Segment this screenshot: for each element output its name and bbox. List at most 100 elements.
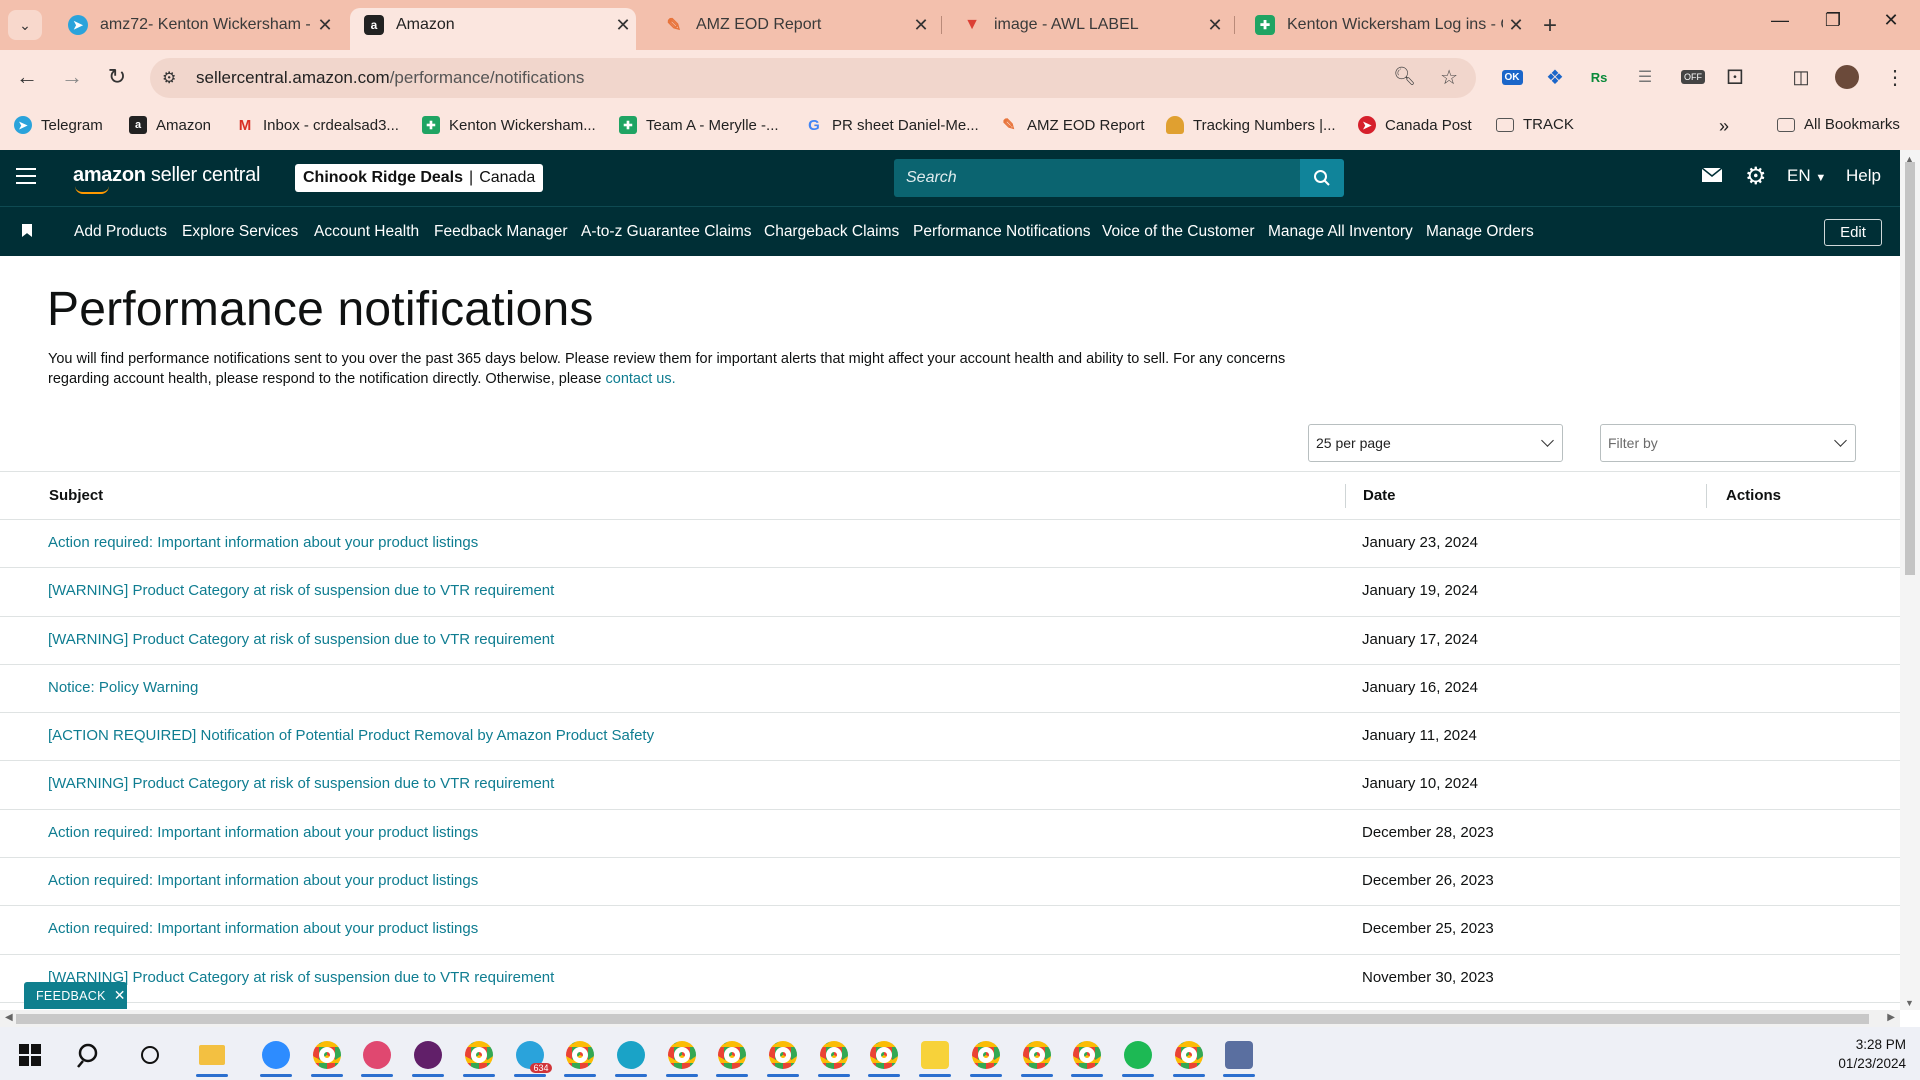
nav-a-to-z-claims[interactable]: A-to-z Guarantee Claims xyxy=(581,223,752,241)
close-icon[interactable]: ✕ xyxy=(908,15,934,36)
nav-performance-notifications[interactable]: Performance Notifications xyxy=(913,223,1090,241)
notification-subject-link[interactable]: [WARNING] Product Category at risk of su… xyxy=(48,775,554,792)
windows-start-button[interactable] xyxy=(10,1035,50,1075)
nav-account-health[interactable]: Account Health xyxy=(314,223,419,241)
nav-feedback-manager[interactable]: Feedback Manager xyxy=(434,223,568,241)
column-date[interactable]: Date xyxy=(1363,487,1396,504)
nav-manage-inventory[interactable]: Manage All Inventory xyxy=(1268,223,1413,241)
minimize-button[interactable]: — xyxy=(1760,10,1800,31)
site-info-icon[interactable]: ⚙ xyxy=(162,68,176,88)
browser-tab[interactable]: ✚ Kenton Wickersham Log ins - G ✕ xyxy=(1241,8,1529,42)
scrollbar-thumb[interactable] xyxy=(1905,162,1915,575)
nav-add-products[interactable]: Add Products xyxy=(74,223,167,241)
puzzle-icon[interactable]: ⚀ xyxy=(1720,62,1750,92)
chrome-icon[interactable] xyxy=(814,1035,854,1077)
close-icon[interactable]: ✕ xyxy=(1202,15,1228,36)
per-page-select[interactable]: 25 per page xyxy=(1308,424,1563,462)
bookmark-item[interactable]: ➤ Canada Post xyxy=(1358,116,1472,134)
scissors-icon[interactable] xyxy=(357,1035,397,1077)
settings-gear-icon[interactable]: ⚙ xyxy=(1745,162,1767,191)
notification-subject-link[interactable]: [WARNING] Product Category at risk of su… xyxy=(48,582,554,599)
calculator-icon[interactable] xyxy=(1219,1035,1259,1077)
notification-subject-link[interactable]: [ACTION REQUIRED] Notification of Potent… xyxy=(48,727,654,744)
notification-subject-link[interactable]: [WARNING] Product Category at risk of su… xyxy=(48,631,554,648)
chrome-icon[interactable] xyxy=(1169,1035,1209,1077)
bookmark-item[interactable]: M Inbox - crdealsad3... xyxy=(236,116,399,134)
filter-select[interactable]: Filter by xyxy=(1600,424,1856,462)
close-icon[interactable]: ✕ xyxy=(610,15,636,36)
tab-search-button[interactable]: ⌄ xyxy=(8,10,42,40)
bookmark-folder[interactable]: TRACK xyxy=(1496,116,1574,133)
avatar[interactable] xyxy=(1832,62,1862,92)
mail-icon[interactable] xyxy=(1701,167,1723,188)
edit-nav-button[interactable]: Edit xyxy=(1824,219,1882,246)
help-link[interactable]: Help xyxy=(1846,166,1881,186)
scroll-down-icon[interactable]: ▼ xyxy=(1905,998,1914,1008)
forward-button[interactable]: → xyxy=(57,64,87,90)
chrome-icon[interactable] xyxy=(763,1035,803,1077)
more-bookmarks-button[interactable]: » xyxy=(1719,116,1729,137)
task-view-icon[interactable] xyxy=(130,1035,170,1075)
spotify-icon[interactable] xyxy=(1118,1035,1158,1077)
side-panel-icon[interactable]: ◫ xyxy=(1786,62,1816,92)
extension-icon[interactable]: ❖ xyxy=(1540,62,1570,92)
notification-subject-link[interactable]: Action required: Important information a… xyxy=(48,824,478,841)
bookmark-item[interactable]: ✚ Team A - Merylle -... xyxy=(619,116,779,134)
chrome-icon[interactable] xyxy=(966,1035,1006,1077)
horizontal-scrollbar[interactable]: ◀ ▶ xyxy=(0,1010,1900,1027)
browser-tab[interactable]: ➤ amz72- Kenton Wickersham - G ✕ xyxy=(54,8,338,42)
language-selector[interactable]: EN ▼ xyxy=(1787,166,1826,186)
nav-chargeback-claims[interactable]: Chargeback Claims xyxy=(764,223,899,241)
scrollbar-thumb[interactable] xyxy=(16,1014,1869,1024)
new-tab-button[interactable]: + xyxy=(1543,12,1557,40)
chrome-icon[interactable] xyxy=(662,1035,702,1077)
notification-subject-link[interactable]: Action required: Important information a… xyxy=(48,872,478,889)
search-button[interactable] xyxy=(1300,159,1344,197)
bookmark-item[interactable]: a Amazon xyxy=(129,116,211,134)
restore-button[interactable]: ❐ xyxy=(1813,10,1853,31)
close-window-button[interactable]: ✕ xyxy=(1871,10,1911,31)
menu-kebab-icon[interactable]: ⋮ xyxy=(1880,62,1910,92)
bookmark-item[interactable]: ✚ Kenton Wickersham... xyxy=(422,116,596,134)
all-bookmarks-folder[interactable]: All Bookmarks xyxy=(1777,116,1900,133)
feedback-tab[interactable]: FEEDBACK ✕ xyxy=(24,982,127,1009)
extension-icon[interactable]: ☰ xyxy=(1630,62,1660,92)
reload-button[interactable]: ↻ xyxy=(102,64,132,90)
bookmark-item[interactable]: G PR sheet Daniel-Me... xyxy=(805,116,979,134)
bookmark-item[interactable]: Tracking Numbers |... xyxy=(1166,116,1336,134)
browser-tab[interactable]: ▼ image - AWL LABEL ✕ xyxy=(948,8,1228,42)
nav-explore-services[interactable]: Explore Services xyxy=(182,223,298,241)
rs-extension-icon[interactable]: Rs xyxy=(1584,62,1614,92)
notification-subject-link[interactable]: Notice: Policy Warning xyxy=(48,679,198,696)
notification-subject-link[interactable]: Action required: Important information a… xyxy=(48,534,478,551)
chrome-icon[interactable] xyxy=(307,1035,347,1077)
address-bar[interactable]: ⚙ sellercentral.amazon.com/performance/n… xyxy=(150,58,1476,98)
telegram-icon[interactable]: 634 xyxy=(510,1035,552,1077)
sticky-notes-icon[interactable] xyxy=(915,1035,955,1077)
system-clock[interactable]: 3:28 PM 01/23/2024 xyxy=(1838,1035,1906,1073)
seller-central-logo[interactable]: amazon seller central xyxy=(73,164,260,194)
edge-icon[interactable] xyxy=(611,1035,651,1077)
back-button[interactable]: ← xyxy=(12,64,42,90)
bookmark-item[interactable]: ➤ Telegram xyxy=(14,116,103,134)
close-icon[interactable]: ✕ xyxy=(312,15,338,36)
search-icon[interactable] xyxy=(70,1035,110,1075)
file-explorer-icon[interactable] xyxy=(192,1035,232,1077)
contact-us-link[interactable]: contact us. xyxy=(606,371,676,387)
store-switcher[interactable]: Chinook Ridge Deals | Canada xyxy=(295,164,544,192)
chrome-icon[interactable] xyxy=(864,1035,904,1077)
slack-icon[interactable] xyxy=(408,1035,448,1077)
close-icon[interactable]: ✕ xyxy=(1503,15,1529,36)
off-extension-icon[interactable]: OFF xyxy=(1678,62,1708,92)
vertical-scrollbar[interactable]: ▲ ▼ xyxy=(1900,150,1920,1010)
scroll-left-icon[interactable]: ◀ xyxy=(5,1012,13,1023)
chrome-icon[interactable] xyxy=(560,1035,600,1077)
nav-voice-of-customer[interactable]: Voice of the Customer xyxy=(1102,223,1255,241)
browser-tab[interactable]: ✎ AMZ EOD Report ✕ xyxy=(650,8,934,42)
bookmark-star-icon[interactable]: ☆ xyxy=(1440,65,1458,90)
zoom-icon[interactable]: 🔍︎ xyxy=(1393,66,1416,87)
chrome-icon[interactable] xyxy=(712,1035,752,1077)
chrome-icon[interactable] xyxy=(1017,1035,1057,1077)
bookmark-icon[interactable] xyxy=(22,224,32,237)
notification-subject-link[interactable]: Action required: Important information a… xyxy=(48,920,478,937)
